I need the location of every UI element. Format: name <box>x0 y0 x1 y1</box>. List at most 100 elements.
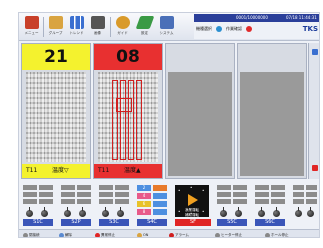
datetime-text: 07/18 11:44:31 <box>286 15 317 20</box>
number-cell <box>153 185 167 191</box>
toolbar-separator <box>43 17 44 37</box>
bottom-item[interactable]: アラーム <box>169 231 189 237</box>
guide-label: ガイド <box>117 31 128 35</box>
menu-button[interactable]: メニュー <box>22 14 41 40</box>
sensor-panel-s3c[interactable]: S3C <box>97 183 131 227</box>
status-a-indicator <box>216 26 222 32</box>
panel-2-header: 08 <box>94 44 162 70</box>
detect-box <box>128 80 134 160</box>
sensor-label: S3C <box>99 219 129 226</box>
sensor-panel-s2p[interactable]: S2P <box>59 183 93 227</box>
number-cell <box>153 209 167 215</box>
status-a-label: 機種選択 <box>196 26 212 31</box>
ctrl-dot: • <box>178 188 181 193</box>
number-grid: 2 4 6 8 <box>137 185 167 215</box>
bottom-item[interactable]: 異常停止 <box>95 231 115 237</box>
magnifier-icon <box>116 16 130 29</box>
sensor-label: S2P <box>61 219 91 226</box>
settings-button[interactable]: 設定 <box>135 14 155 40</box>
bottom-item[interactable]: ヒーター停止 <box>215 231 242 237</box>
view-panel-2[interactable]: 08 T11 温度▲ <box>93 43 163 179</box>
sensor-label: S6C <box>255 219 285 226</box>
sensor-grid <box>293 185 317 207</box>
detect-box <box>136 80 142 160</box>
play-icon[interactable] <box>188 194 198 206</box>
house-icon <box>25 16 39 29</box>
view-panel-3[interactable] <box>165 43 235 179</box>
bottom-toolbar: 閉接続 解除 異常停止 ON アラーム ヒーター停止 ホール停止 <box>19 229 319 237</box>
guide-button[interactable]: ガイド <box>113 14 132 40</box>
image-button[interactable]: 画像 <box>88 14 107 40</box>
number-cell: 4 <box>137 193 151 199</box>
dial-knob[interactable] <box>79 207 86 217</box>
sensor-grid <box>23 185 53 207</box>
dial-knob[interactable] <box>41 207 48 217</box>
bottom-item[interactable]: ホール停止 <box>265 231 289 237</box>
pencil-icon <box>135 16 155 29</box>
system-button[interactable]: システム <box>157 14 176 40</box>
number-cell <box>153 201 167 207</box>
sensor-panel-s6c[interactable]: S6C <box>253 183 287 227</box>
sensor-label: S5C <box>217 219 247 226</box>
number-cell: 8 <box>137 209 151 215</box>
panel-3-image <box>168 72 232 176</box>
dial-knob[interactable] <box>295 207 302 217</box>
detect-box <box>116 98 132 112</box>
trend-button[interactable]: トレンド <box>67 14 86 40</box>
brand-logo: TKS <box>302 25 318 33</box>
close-icon[interactable] <box>312 165 318 171</box>
dial-knob[interactable] <box>26 207 33 217</box>
detect-box <box>112 80 118 160</box>
ctrl-top-label: 漁業運転 <box>185 208 199 212</box>
panel-1-temp: 温度▽ <box>52 167 69 174</box>
scroll-up-icon[interactable] <box>312 49 318 55</box>
ctrl-bottom-label: 補助運転 <box>185 213 199 217</box>
control-panel-sf[interactable]: • • • • • • 漁業運転 補助運転 SF <box>173 183 213 227</box>
side-column <box>308 43 319 179</box>
panel-4-image <box>240 72 304 176</box>
ctrl-dot: • <box>202 188 205 193</box>
system-label: システム <box>159 31 174 35</box>
dial-knob[interactable] <box>273 207 280 217</box>
computer-icon <box>160 16 174 29</box>
sensor-label: S1C <box>23 219 53 226</box>
clipboard-icon <box>49 16 63 29</box>
sensor-panel-extra[interactable] <box>291 183 319 227</box>
bottom-item[interactable]: ON <box>137 231 148 237</box>
dial-knob[interactable] <box>220 207 227 217</box>
bottom-item[interactable]: 解除 <box>59 231 72 237</box>
sensor-grid <box>255 185 285 207</box>
status-b-indicator <box>246 26 252 32</box>
dial-knob[interactable] <box>235 207 242 217</box>
ctrl-dot: • <box>190 185 193 190</box>
group-label: グループ <box>48 31 63 35</box>
main-toolbar: メニュー グループ トレンド 画像 ガイド 設定 システム 0001/10000… <box>19 13 319 41</box>
chart-icon <box>70 16 84 29</box>
sensor-panel-s1c[interactable]: S1C <box>21 183 55 227</box>
image-label: 画像 <box>94 31 101 35</box>
toolbar-separator <box>110 17 111 37</box>
panel-2-tag: T11 <box>98 167 110 174</box>
group-button[interactable]: グループ <box>46 14 65 40</box>
sensor-panel-s4c[interactable]: 2 4 6 8 S4C <box>135 183 169 227</box>
panel-2-footer: T11 温度▲ <box>94 164 162 178</box>
view-panel-4[interactable] <box>237 43 307 179</box>
number-cell: 2 <box>137 185 151 191</box>
sensor-panel-s5c[interactable]: S5C <box>215 183 249 227</box>
dial-knob[interactable] <box>102 207 109 217</box>
bottom-item[interactable]: 閉接続 <box>23 231 40 237</box>
dial-knob[interactable] <box>64 207 71 217</box>
counter-text: 0001/10000000 <box>236 15 268 20</box>
sensor-grid <box>61 185 91 207</box>
trend-label: トレンド <box>69 31 84 35</box>
dial-knob[interactable] <box>258 207 265 217</box>
status-panel: 0001/10000000 07/18 11:44:31 機種選択 作業確認 T… <box>194 14 319 40</box>
number-cell <box>153 193 167 199</box>
sensor-label: SF <box>175 219 211 226</box>
view-panel-1[interactable]: 21 T11 温度▽ <box>21 43 91 179</box>
sensor-label: S4C <box>137 219 167 226</box>
detect-box <box>120 80 126 160</box>
dial-knob[interactable] <box>117 207 124 217</box>
sensor-grid <box>99 185 129 207</box>
dial-knob[interactable] <box>307 207 314 217</box>
